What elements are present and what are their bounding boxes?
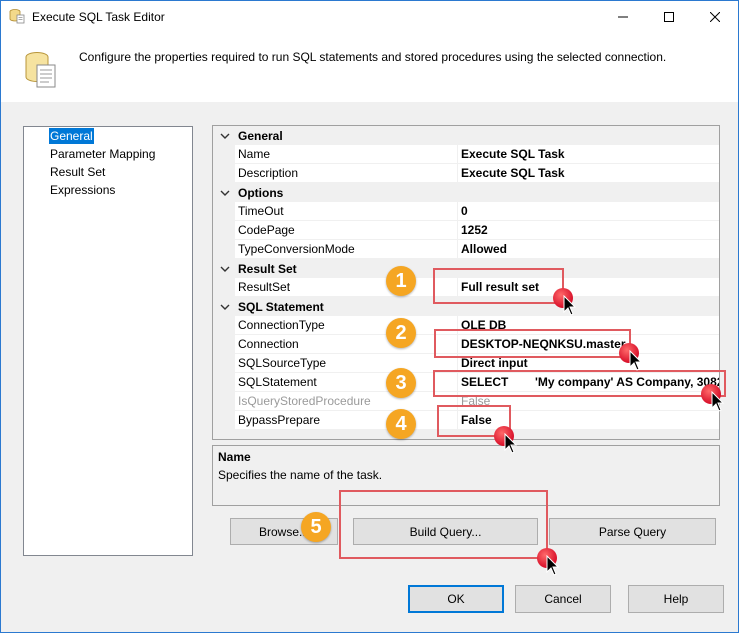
sql-task-header-icon: [23, 49, 59, 89]
ok-button[interactable]: OK: [408, 585, 504, 613]
nav-item-expressions[interactable]: Expressions: [49, 182, 116, 198]
property-name: SQLSourceType: [235, 354, 457, 373]
parse-query-button[interactable]: Parse Query: [549, 518, 716, 545]
property-name: CodePage: [235, 221, 457, 240]
nav-item-result-set[interactable]: Result Set: [49, 164, 106, 180]
page-navigation-list: General Parameter Mapping Result Set Exp…: [23, 126, 193, 556]
ssis-task-icon: [9, 8, 25, 24]
help-button[interactable]: Help: [628, 585, 724, 613]
header-description: Configure the properties required to run…: [79, 50, 667, 64]
property-name: ResultSet: [235, 278, 457, 297]
step-badge-3: 3: [386, 368, 416, 398]
highlight-box-connection: [434, 329, 631, 358]
row-gutter: [213, 354, 235, 373]
nav-item-general[interactable]: General: [49, 128, 94, 144]
category-label: Options: [238, 186, 284, 200]
execute-sql-task-editor-window: Execute SQL Task Editor Configure the pr…: [0, 0, 739, 633]
property-value[interactable]: 0: [458, 202, 719, 221]
collapse-chevron-icon[interactable]: [220, 264, 230, 274]
mouse-cursor-icon: [504, 433, 518, 454]
maximize-icon: [664, 11, 674, 22]
mouse-cursor-icon: [546, 555, 560, 576]
collapse-chevron-icon[interactable]: [220, 302, 230, 312]
property-name: IsQueryStoredProcedure: [235, 392, 457, 411]
property-value[interactable]: Execute SQL Task: [458, 164, 719, 183]
property-name: TimeOut: [235, 202, 457, 221]
category-options[interactable]: Options: [213, 183, 719, 202]
category-label: Result Set: [238, 262, 297, 276]
row-gutter: [213, 316, 235, 335]
minimize-icon: [618, 16, 628, 17]
description-text: Specifies the name of the task.: [218, 468, 383, 482]
property-row-codepage[interactable]: CodePage 1252: [213, 221, 719, 240]
property-name: BypassPrepare: [235, 411, 457, 430]
property-name: Name: [235, 145, 457, 164]
nav-item-parameter-mapping[interactable]: Parameter Mapping: [49, 146, 156, 162]
property-name: TypeConversionMode: [235, 240, 457, 259]
property-value[interactable]: Execute SQL Task: [458, 145, 719, 164]
step-badge-5: 5: [301, 512, 331, 542]
property-name: ConnectionType: [235, 316, 457, 335]
row-gutter: [213, 145, 235, 164]
highlight-box-build-query: [339, 490, 548, 559]
property-name: Description: [235, 164, 457, 183]
row-gutter: [213, 278, 235, 297]
mouse-cursor-icon: [711, 391, 725, 412]
property-value[interactable]: Allowed: [458, 240, 719, 259]
description-title: Name: [218, 450, 251, 464]
row-gutter: [213, 221, 235, 240]
collapse-chevron-icon[interactable]: [220, 188, 230, 198]
step-badge-1: 1: [386, 266, 416, 296]
row-gutter: [213, 411, 235, 430]
step-badge-4: 4: [386, 409, 416, 439]
row-gutter: [213, 202, 235, 221]
row-gutter: [213, 164, 235, 183]
row-gutter: [213, 240, 235, 259]
cancel-button[interactable]: Cancel: [515, 585, 611, 613]
mouse-cursor-icon: [629, 350, 643, 371]
highlight-box-resultset: [433, 268, 564, 304]
property-value[interactable]: 1252: [458, 221, 719, 240]
row-gutter: [213, 373, 235, 392]
category-label: General: [238, 129, 283, 143]
property-name: SQLStatement: [235, 373, 457, 392]
close-button[interactable]: [692, 1, 738, 32]
row-gutter: [213, 335, 235, 354]
row-gutter: [213, 392, 235, 411]
property-row-description[interactable]: Description Execute SQL Task: [213, 164, 719, 183]
property-row-typeconversionmode[interactable]: TypeConversionMode Allowed: [213, 240, 719, 259]
property-row-timeout[interactable]: TimeOut 0: [213, 202, 719, 221]
title-bar: Execute SQL Task Editor: [1, 1, 738, 32]
maximize-button[interactable]: [646, 1, 692, 32]
property-name: Connection: [235, 335, 457, 354]
header-banner: Configure the properties required to run…: [1, 32, 738, 102]
window-title: Execute SQL Task Editor: [32, 10, 165, 24]
close-icon: [710, 11, 720, 22]
collapse-chevron-icon[interactable]: [220, 131, 230, 141]
minimize-button[interactable]: [600, 1, 646, 32]
category-label: SQL Statement: [238, 300, 324, 314]
property-row-name[interactable]: Name Execute SQL Task: [213, 145, 719, 164]
step-badge-2: 2: [386, 318, 416, 348]
mouse-cursor-icon: [563, 295, 577, 316]
category-general[interactable]: General: [213, 126, 719, 145]
highlight-box-sqlstatement: [433, 370, 726, 397]
